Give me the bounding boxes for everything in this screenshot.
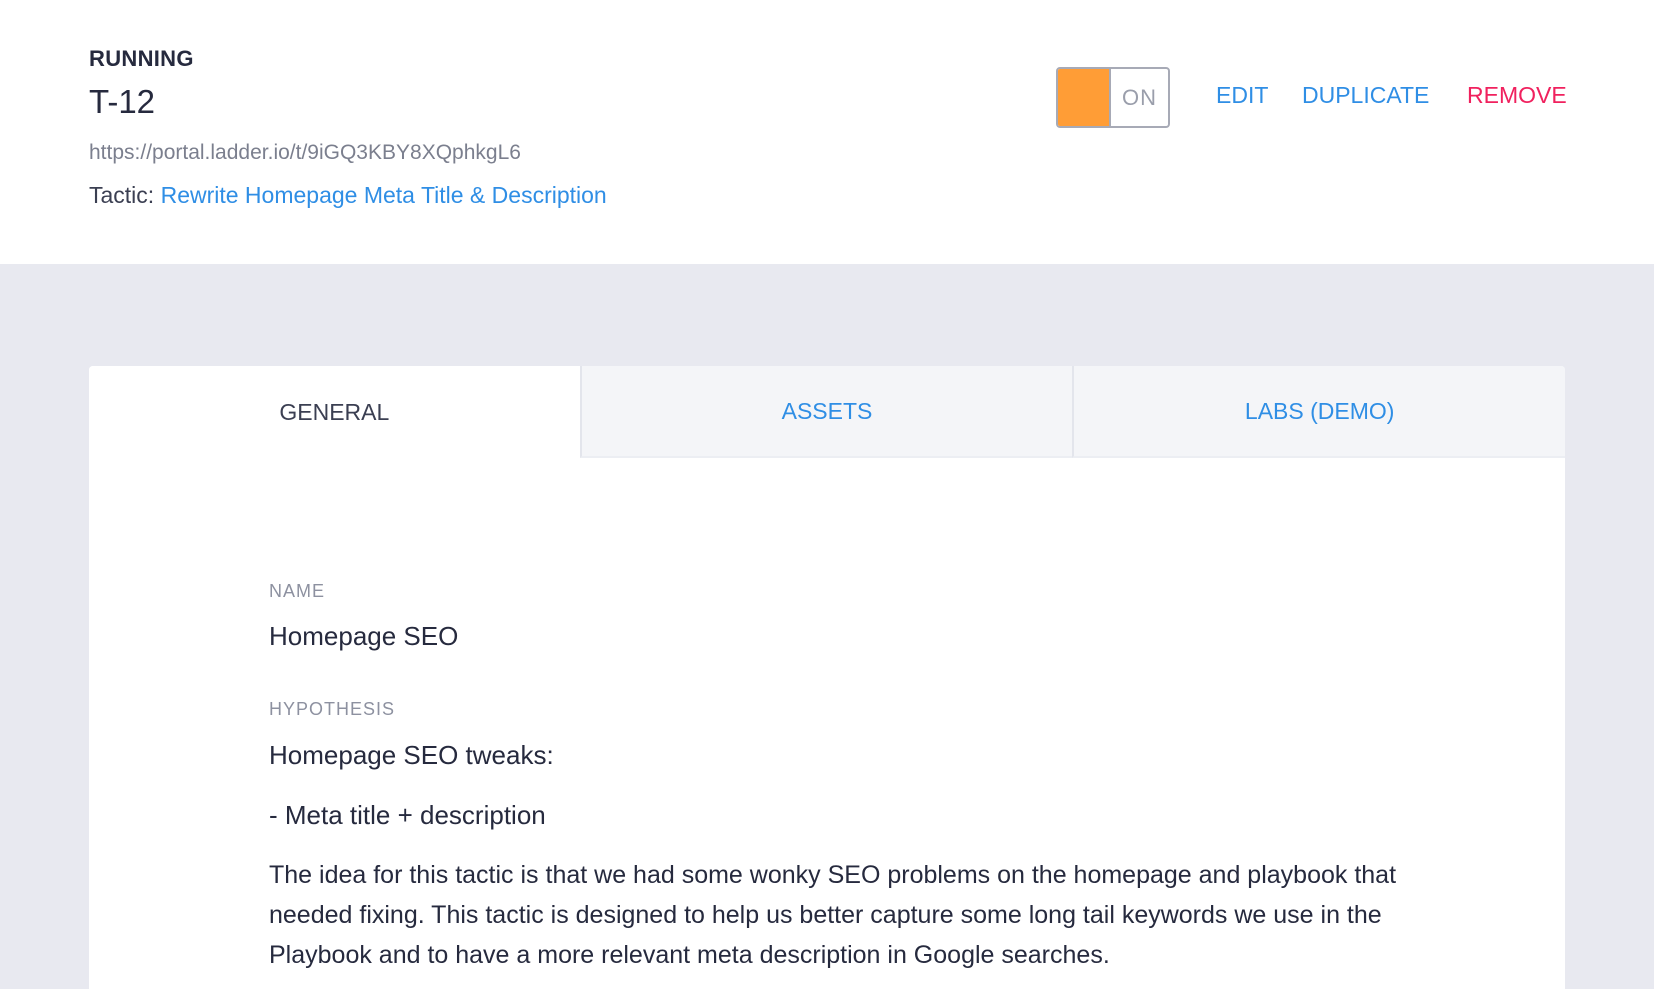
hypothesis-line: - Meta title + description — [269, 800, 546, 830]
experiment-header: RUNNING T-12 https://portal.ladder.io/t/… — [0, 0, 1654, 264]
tactic-prefix: Tactic: — [89, 182, 155, 208]
hypothesis-label: HYPOTHESIS — [269, 699, 396, 719]
tab-bar: GENERAL ASSETS LABS (DEMO) — [89, 366, 1565, 458]
tactic-line: Tactic: Rewrite Homepage Meta Title & De… — [89, 182, 607, 209]
name-label: NAME — [269, 581, 326, 601]
edit-button[interactable]: EDIT — [1216, 82, 1268, 109]
toggle-knob — [1058, 69, 1111, 126]
tab-general[interactable]: GENERAL — [89, 366, 580, 458]
experiment-url: https://portal.ladder.io/t/9iGQ3KBY8XQph… — [89, 141, 521, 164]
toggle-label: ON — [1122, 84, 1157, 110]
tab-labs-demo[interactable]: LABS (DEMO) — [1072, 366, 1565, 458]
tactic-link[interactable]: Rewrite Homepage Meta Title & Descriptio… — [161, 182, 607, 208]
details-card: GENERAL ASSETS LABS (DEMO) NAME Homepage… — [89, 366, 1565, 989]
duplicate-button[interactable]: DUPLICATE — [1302, 82, 1429, 109]
status-label: RUNNING — [89, 46, 194, 71]
remove-button[interactable]: REMOVE — [1467, 82, 1567, 109]
running-toggle[interactable]: ON — [1056, 67, 1170, 128]
hypothesis-paragraph: The idea for this tactic is that we had … — [269, 861, 1397, 969]
tab-assets[interactable]: ASSETS — [579, 366, 1073, 458]
hypothesis-line: Homepage SEO tweaks: — [269, 740, 554, 770]
name-value: Homepage SEO — [269, 621, 459, 651]
experiment-code: T-12 — [89, 83, 156, 120]
